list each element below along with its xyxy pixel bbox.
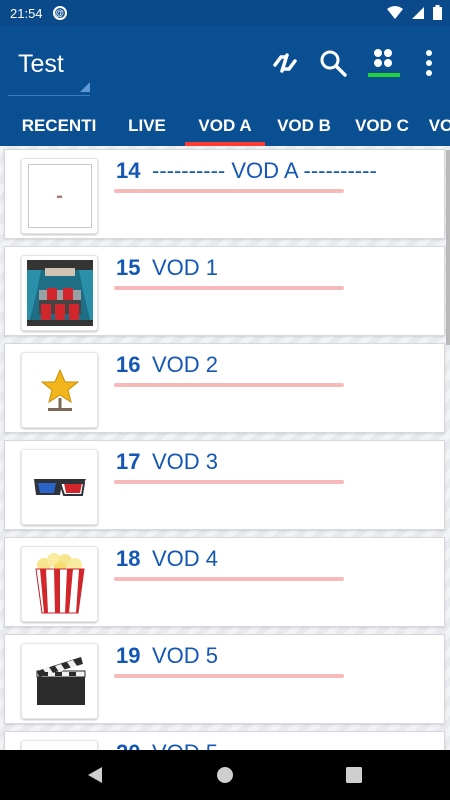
list-item[interactable]: 17 VOD 3 bbox=[4, 440, 445, 530]
more-options-button[interactable] bbox=[414, 46, 444, 80]
tab-recenti[interactable]: RECENTI bbox=[0, 106, 118, 146]
item-thumbnail bbox=[21, 352, 98, 428]
tab-partial[interactable]: VO bbox=[421, 106, 450, 146]
item-underline bbox=[114, 189, 344, 193]
status-icons bbox=[387, 5, 442, 20]
at-sign-icon: @ bbox=[52, 6, 67, 20]
status-bar: 21:54 @ bbox=[0, 0, 450, 26]
title-corner-decoration bbox=[80, 82, 90, 92]
item-number: 15 bbox=[116, 255, 141, 280]
item-underline bbox=[114, 480, 344, 484]
tab-live[interactable]: LIVE bbox=[118, 106, 176, 146]
search-icon bbox=[320, 50, 347, 77]
item-number: 19 bbox=[116, 643, 141, 668]
item-name: VOD 5 bbox=[152, 740, 218, 750]
signal-icon bbox=[412, 6, 424, 19]
item-number: 17 bbox=[116, 449, 141, 474]
grid-view-button[interactable] bbox=[366, 46, 402, 80]
list-item[interactable]: - 14 ---------- VOD A ---------- bbox=[4, 149, 445, 239]
scrollbar[interactable] bbox=[446, 150, 450, 345]
item-underline bbox=[114, 674, 344, 678]
item-thumbnail: - bbox=[21, 158, 98, 234]
list-item[interactable]: 15 VOD 1 bbox=[4, 246, 445, 336]
item-underline bbox=[114, 286, 344, 290]
list-item[interactable]: 20 VOD 5 bbox=[4, 731, 445, 750]
status-time: 21:54 bbox=[10, 5, 43, 21]
title-underline bbox=[8, 92, 90, 96]
item-thumbnail bbox=[21, 643, 98, 719]
overflow-menu-icon bbox=[426, 50, 432, 76]
link-icon bbox=[273, 53, 297, 73]
item-number: 18 bbox=[116, 546, 141, 571]
item-underline bbox=[114, 383, 344, 387]
dots-grid-icon bbox=[368, 49, 400, 77]
home-circle-icon bbox=[217, 767, 233, 783]
list-item[interactable]: 19 VOD 5 bbox=[4, 634, 445, 724]
list-item[interactable]: 16 VOD 2 bbox=[4, 343, 445, 433]
item-name: ---------- VOD A ---------- bbox=[152, 158, 377, 183]
back-button[interactable] bbox=[86, 766, 104, 789]
home-button[interactable] bbox=[216, 766, 234, 789]
back-triangle-icon bbox=[88, 767, 102, 783]
3d-glasses-icon bbox=[33, 479, 86, 496]
star-award-icon bbox=[40, 368, 79, 411]
item-name: VOD 2 bbox=[152, 352, 219, 377]
item-name: VOD 1 bbox=[152, 255, 219, 280]
item-number: 16 bbox=[116, 352, 141, 377]
item-name: VOD 5 bbox=[152, 643, 219, 668]
list-item[interactable]: 18 VOD 4 bbox=[4, 537, 445, 627]
dash-icon: - bbox=[27, 164, 92, 228]
wifi-icon bbox=[387, 5, 403, 19]
search-button[interactable] bbox=[316, 46, 350, 80]
item-underline bbox=[114, 577, 344, 581]
recents-button[interactable] bbox=[345, 766, 363, 789]
system-nav-bar bbox=[0, 750, 450, 800]
tab-vod-c[interactable]: VOD C bbox=[343, 106, 421, 146]
clapperboard-icon bbox=[36, 657, 85, 705]
tab-vod-a[interactable]: VOD A bbox=[185, 106, 265, 146]
tab-vod-b[interactable]: VOD B bbox=[265, 106, 343, 146]
tab-bar: RECENTI LIVE VOD A VOD B VOD C VO bbox=[0, 106, 450, 146]
recents-square-icon bbox=[346, 767, 362, 783]
item-name: VOD 3 bbox=[152, 449, 219, 474]
app-title: Test bbox=[18, 50, 64, 78]
item-name: VOD 4 bbox=[152, 546, 219, 571]
item-thumbnail bbox=[21, 449, 98, 525]
link-button[interactable] bbox=[268, 46, 302, 80]
vod-list[interactable]: - 14 ---------- VOD A ---------- 15 VOD … bbox=[0, 146, 450, 750]
item-thumbnail bbox=[21, 740, 98, 750]
item-thumbnail bbox=[21, 255, 98, 331]
item-number: 14 bbox=[116, 158, 141, 183]
popcorn-icon bbox=[34, 553, 85, 614]
item-number: 20 bbox=[116, 740, 140, 750]
cinema-icon bbox=[26, 260, 93, 326]
battery-icon bbox=[433, 5, 442, 20]
app-bar: Test bbox=[0, 26, 450, 106]
item-thumbnail bbox=[21, 546, 98, 622]
